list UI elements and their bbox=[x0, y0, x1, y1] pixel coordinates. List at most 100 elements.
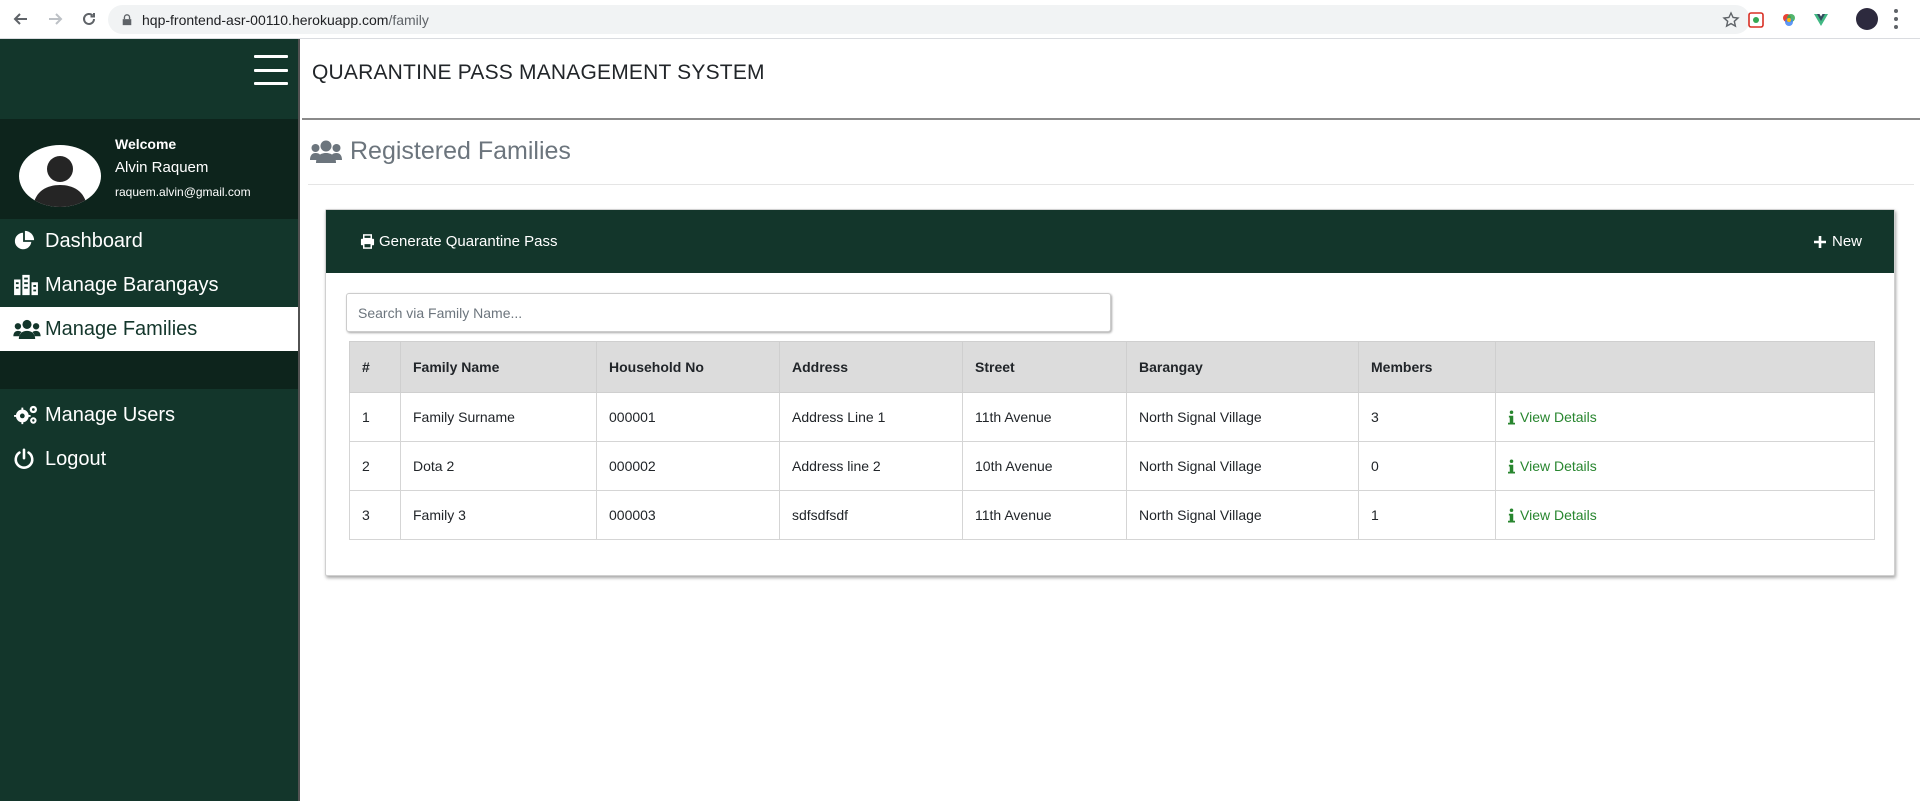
heading-divider bbox=[308, 184, 1914, 185]
search-input[interactable] bbox=[346, 293, 1111, 332]
cogs-icon bbox=[13, 403, 41, 427]
view-details-link[interactable]: View Details bbox=[1508, 507, 1874, 523]
app-title: QUARANTINE PASS MANAGEMENT SYSTEM bbox=[312, 61, 765, 84]
user-silhouette-icon bbox=[33, 156, 87, 207]
sidebar-item-label: Manage Users bbox=[45, 403, 176, 426]
cell-family-name: Family 3 bbox=[400, 490, 597, 540]
cell-street: 11th Avenue bbox=[962, 392, 1127, 442]
sidebar: Welcome Alvin Raquem raquem.alvin@gmail.… bbox=[0, 39, 300, 801]
welcome-text: Welcome bbox=[115, 136, 177, 152]
sidebar-item-label: Manage Barangays bbox=[45, 273, 219, 296]
cell-address: Address line 2 bbox=[779, 441, 963, 491]
cell-household-no: 000003 bbox=[596, 490, 780, 540]
cell-number: 2 bbox=[349, 441, 401, 491]
power-icon bbox=[13, 447, 41, 471]
cell-members: 1 bbox=[1358, 490, 1496, 540]
generate-pass-button[interactable]: Generate Quarantine Pass bbox=[358, 233, 557, 251]
new-family-label: New bbox=[1831, 233, 1862, 250]
cell-household-no: 000002 bbox=[596, 441, 780, 491]
generate-pass-label: Generate Quarantine Pass bbox=[379, 233, 558, 250]
sidebar-top bbox=[0, 39, 298, 119]
cell-family-name: Family Surname bbox=[400, 392, 597, 442]
profile-avatar[interactable] bbox=[1856, 8, 1878, 30]
cell-family-name: Dota 2 bbox=[400, 441, 597, 491]
extension-color-icon[interactable] bbox=[1779, 10, 1799, 30]
address-bar[interactable]: hqp-frontend-asr-00110.herokuapp.com/fam… bbox=[108, 5, 1750, 34]
chart-pie-icon bbox=[13, 229, 41, 253]
cell-number: 1 bbox=[349, 392, 401, 442]
bookmark-star-icon[interactable] bbox=[1722, 11, 1740, 29]
plus-icon bbox=[1811, 233, 1829, 251]
col-header-number: # bbox=[349, 341, 401, 393]
cell-address: sdfsdfsdf bbox=[779, 490, 963, 540]
cell-street: 11th Avenue bbox=[962, 490, 1127, 540]
cell-address: Address Line 1 bbox=[779, 392, 963, 442]
user-name: Alvin Raquem bbox=[115, 159, 209, 176]
sidebar-item-label: Dashboard bbox=[45, 229, 143, 252]
cell-actions: View Details bbox=[1495, 392, 1875, 442]
user-email: raquem.alvin@gmail.com bbox=[115, 185, 251, 199]
url-text: hqp-frontend-asr-00110.herokuapp.com/fam… bbox=[142, 12, 429, 28]
url-host: hqp-frontend-asr-00110.herokuapp.com bbox=[142, 11, 389, 28]
sidebar-item-families[interactable]: Manage Families bbox=[0, 307, 298, 351]
sidebar-item-users[interactable]: Manage Users bbox=[0, 393, 298, 437]
view-details-label: View Details bbox=[1520, 458, 1597, 474]
table-row: 2 Dota 2 000002 Address line 2 10th Aven… bbox=[349, 441, 1875, 491]
users-icon bbox=[310, 138, 342, 164]
sidebar-item-label: Manage Families bbox=[45, 317, 198, 340]
sidebar-item-barangays[interactable]: Manage Barangays bbox=[0, 263, 298, 307]
col-header-household-no: Household No bbox=[596, 341, 780, 393]
cell-members: 0 bbox=[1358, 441, 1496, 491]
cell-actions: View Details bbox=[1495, 490, 1875, 540]
sidebar-divider bbox=[0, 351, 298, 389]
col-header-members: Members bbox=[1358, 341, 1496, 393]
reload-button[interactable] bbox=[76, 6, 102, 32]
info-icon bbox=[1508, 507, 1518, 523]
reload-icon bbox=[83, 12, 95, 25]
building-icon bbox=[13, 273, 41, 297]
cell-barangay: North Signal Village bbox=[1126, 490, 1359, 540]
forward-button[interactable] bbox=[42, 6, 68, 32]
col-header-family-name: Family Name bbox=[400, 341, 597, 393]
table-header-row: # Family Name Household No Address Stree… bbox=[349, 341, 1875, 393]
cell-number: 3 bbox=[349, 490, 401, 540]
arrow-left-icon bbox=[13, 13, 27, 25]
cell-street: 10th Avenue bbox=[962, 441, 1127, 491]
col-header-address: Address bbox=[779, 341, 963, 393]
cell-members: 3 bbox=[1358, 392, 1496, 442]
page-title: Registered Families bbox=[350, 136, 571, 165]
view-details-label: View Details bbox=[1520, 409, 1597, 425]
avatar bbox=[19, 145, 101, 207]
arrow-right-icon bbox=[49, 13, 63, 25]
users-icon bbox=[13, 317, 41, 341]
browser-toolbar: hqp-frontend-asr-00110.herokuapp.com/fam… bbox=[0, 0, 1920, 39]
col-header-street: Street bbox=[962, 341, 1127, 393]
view-details-label: View Details bbox=[1520, 507, 1597, 523]
lock-icon bbox=[120, 13, 134, 27]
view-details-link[interactable]: View Details bbox=[1508, 409, 1874, 425]
new-family-button[interactable]: New bbox=[1811, 233, 1862, 251]
view-details-link[interactable]: View Details bbox=[1508, 458, 1874, 474]
url-path: /family bbox=[388, 11, 429, 28]
col-header-actions bbox=[1495, 341, 1875, 393]
page-heading: Registered Families bbox=[310, 131, 571, 171]
hamburger-menu-icon[interactable] bbox=[254, 55, 288, 85]
info-icon bbox=[1508, 409, 1518, 425]
sidebar-item-dashboard[interactable]: Dashboard bbox=[0, 219, 298, 263]
cell-barangay: North Signal Village bbox=[1126, 441, 1359, 491]
sidebar-item-label: Logout bbox=[45, 447, 107, 470]
table-row: 3 Family 3 000003 sdfsdfsdf 11th Avenue … bbox=[349, 490, 1875, 540]
cell-barangay: North Signal Village bbox=[1126, 392, 1359, 442]
card-header: Generate Quarantine Pass New bbox=[326, 210, 1894, 273]
back-button[interactable] bbox=[8, 6, 34, 32]
extension-vue-icon[interactable] bbox=[1811, 10, 1831, 30]
table-row: 1 Family Surname 000001 Address Line 1 1… bbox=[349, 392, 1875, 442]
user-profile: Welcome Alvin Raquem raquem.alvin@gmail.… bbox=[0, 119, 298, 219]
cell-household-no: 000001 bbox=[596, 392, 780, 442]
browser-menu-button[interactable] bbox=[1893, 9, 1899, 29]
print-icon bbox=[358, 233, 376, 251]
extension-shield-icon[interactable] bbox=[1746, 10, 1766, 30]
sidebar-item-logout[interactable]: Logout bbox=[0, 437, 298, 481]
cell-actions: View Details bbox=[1495, 441, 1875, 491]
families-card: Generate Quarantine Pass New # Family Na… bbox=[325, 209, 1895, 576]
